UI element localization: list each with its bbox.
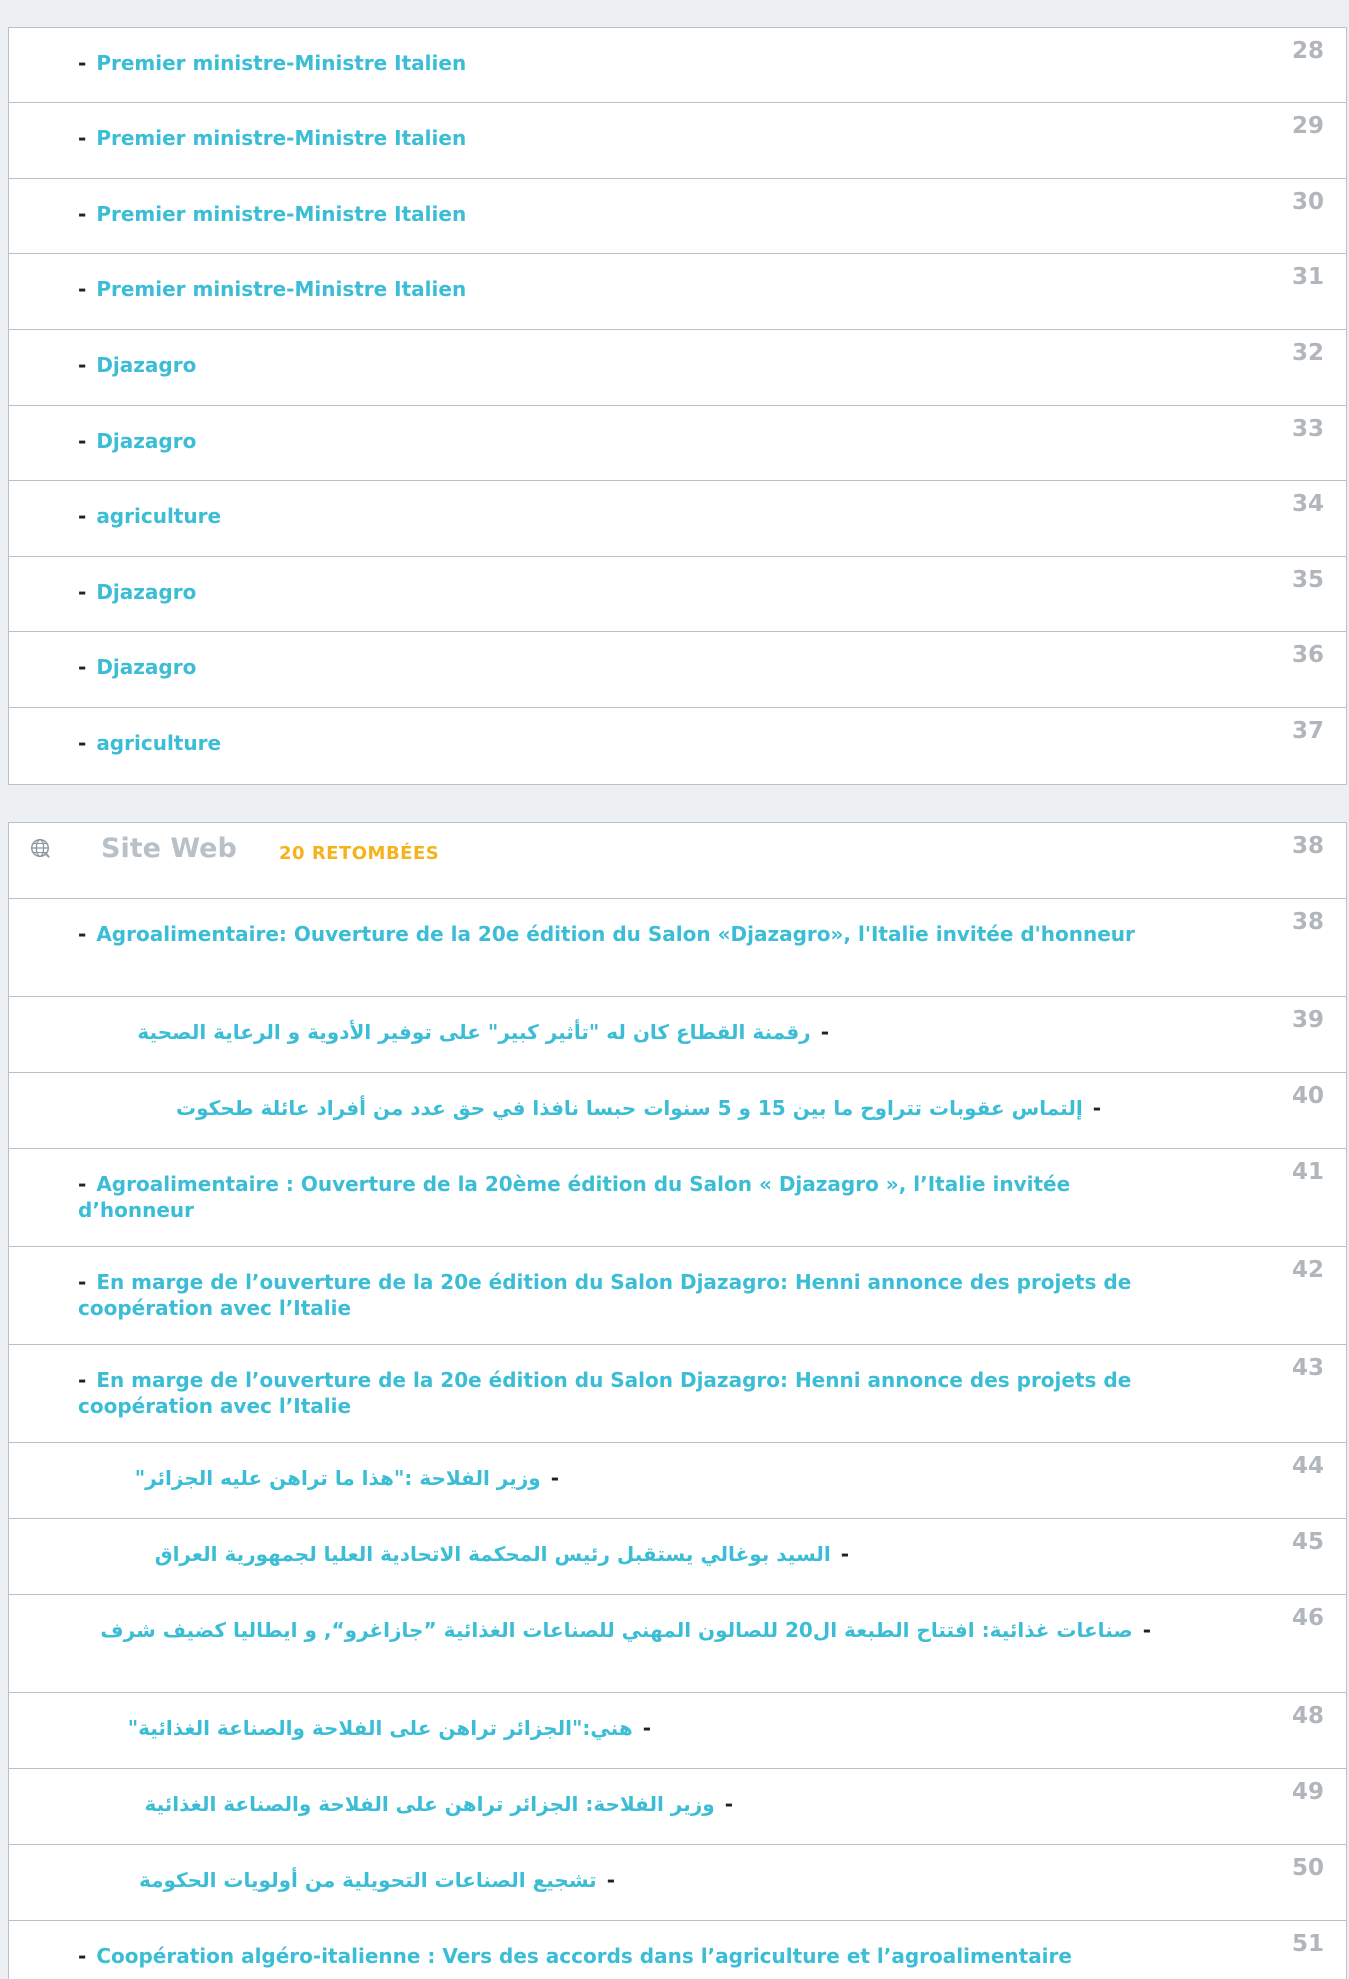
article-link[interactable]: -وزير الفلاحة :"هذا ما تراهن عليه الجزائ… <box>9 1465 559 1491</box>
item-number: 33 <box>1291 416 1324 442</box>
article-link[interactable]: -رقمنة القطاع كان له "تأثير كبير" على تو… <box>9 1019 829 1045</box>
press-review-page: - Premier ministre-Ministre Italien 28 -P… <box>0 0 1349 1979</box>
list-item: - Djazagro 36 <box>9 632 1346 708</box>
press-list-panel: - Premier ministre-Ministre Italien 28 -P… <box>8 27 1347 785</box>
item-number: 39 <box>1291 1007 1324 1033</box>
item-number: 28 <box>1291 38 1324 64</box>
article-link[interactable]: - agriculture <box>78 730 1153 756</box>
item-number: 37 <box>1291 718 1324 744</box>
list-item: - Premier ministre-Ministre Italien 31 <box>9 254 1346 330</box>
site-web-panel: Site Web 20 RETOMBÉES 38 - Agroalimentair… <box>8 822 1347 1979</box>
item-number: 40 <box>1291 1083 1324 1109</box>
list-item: -إلتماس عقوبات تتراوح ما بين 15 و 5 سنوا… <box>9 1073 1346 1149</box>
item-number: 51 <box>1291 1931 1324 1957</box>
list-item: - En marge de l’ouverture de la 20e éditi… <box>9 1247 1346 1345</box>
list-item: - Djazagro 32 <box>9 330 1346 406</box>
globe-icon <box>31 839 50 858</box>
article-link[interactable]: -وزير الفلاحة: الجزائر تراهن على الفلاحة… <box>9 1791 733 1817</box>
list-item: - Premier ministre-Ministre Italien 28 <box>9 28 1346 103</box>
article-link[interactable]: - Djazagro <box>78 579 1153 605</box>
article-link[interactable]: - Djazagro <box>78 352 1153 378</box>
item-number: 43 <box>1291 1355 1324 1381</box>
list-item: - agriculture 37 <box>9 708 1346 784</box>
section-header: Site Web 20 RETOMBÉES 38 <box>9 823 1346 899</box>
item-number: 46 <box>1291 1605 1324 1631</box>
article-link[interactable]: -صناعات غذائية: افتتاح الطبعة ال20 للصال… <box>69 1617 1151 1643</box>
list-item: - agriculture 34 <box>9 481 1346 557</box>
list-item: - Agroalimentaire: Ouverture de la 20e éd… <box>9 899 1346 997</box>
article-link[interactable]: -إلتماس عقوبات تتراوح ما بين 15 و 5 سنوا… <box>9 1095 1101 1121</box>
item-number: 35 <box>1291 567 1324 593</box>
list-item: -وزير الفلاحة: الجزائر تراهن على الفلاحة… <box>9 1769 1346 1845</box>
list-item: - Djazagro 33 <box>9 406 1346 481</box>
item-number: 42 <box>1291 1257 1324 1283</box>
list-item: -وزير الفلاحة :"هذا ما تراهن عليه الجزائ… <box>9 1443 1346 1519</box>
item-number: 29 <box>1291 113 1324 139</box>
item-number: 32 <box>1291 340 1324 366</box>
list-item: - Agroalimentaire : Ouverture de la 20ème… <box>9 1149 1346 1247</box>
item-number: 34 <box>1291 491 1324 517</box>
list-item: -هني:"الجزائر تراهن على الفلاحة والصناعة… <box>9 1693 1346 1769</box>
item-number: 38 <box>1291 909 1324 935</box>
article-link[interactable]: - En marge de l’ouverture de la 20e éditi… <box>78 1269 1153 1321</box>
article-link[interactable]: -السيد بوغالي يستقبل رئيس المحكمة الاتحا… <box>9 1541 849 1567</box>
article-link[interactable]: - Premier ministre-Ministre Italien <box>78 201 1153 227</box>
list-item: -رقمنة القطاع كان له "تأثير كبير" على تو… <box>9 997 1346 1073</box>
article-link[interactable]: -تشجيع الصناعات التحويلية من أولويات الح… <box>9 1867 615 1893</box>
item-number: 31 <box>1291 264 1324 290</box>
article-link[interactable]: - Agroalimentaire : Ouverture de la 20ème… <box>78 1171 1153 1223</box>
section-title: Site Web <box>101 833 237 864</box>
article-link[interactable]: - Premier ministre-Ministre Italien <box>78 276 1153 302</box>
article-link[interactable]: - Premier ministre-Ministre Italien <box>78 125 1153 151</box>
article-link[interactable]: -هني:"الجزائر تراهن على الفلاحة والصناعة… <box>9 1715 651 1741</box>
article-link[interactable]: - En marge de l’ouverture de la 20e éditi… <box>78 1367 1153 1419</box>
item-number: 45 <box>1291 1529 1324 1555</box>
item-number: 44 <box>1291 1453 1324 1479</box>
article-link[interactable]: - Coopération algéro-italienne : Vers des… <box>78 1943 1153 1969</box>
item-number: 36 <box>1291 642 1324 668</box>
item-number: 48 <box>1291 1703 1324 1729</box>
article-link[interactable]: - Djazagro <box>78 654 1153 680</box>
article-link[interactable]: - Agroalimentaire: Ouverture de la 20e éd… <box>78 921 1153 947</box>
article-link[interactable]: - Premier ministre-Ministre Italien <box>78 50 1153 76</box>
item-number: 41 <box>1291 1159 1324 1185</box>
section-number: 38 <box>1291 833 1324 859</box>
article-link[interactable]: - Djazagro <box>78 428 1153 454</box>
mentions-count-badge: 20 RETOMBÉES <box>279 843 440 864</box>
list-item: - Premier ministre-Ministre Italien 30 <box>9 179 1346 254</box>
item-number: 50 <box>1291 1855 1324 1881</box>
list-item: - Premier ministre-Ministre Italien 29 <box>9 103 1346 179</box>
list-item: -تشجيع الصناعات التحويلية من أولويات الح… <box>9 1845 1346 1921</box>
list-item: - Coopération algéro-italienne : Vers des… <box>9 1921 1346 1979</box>
item-number: 30 <box>1291 189 1324 215</box>
item-number: 49 <box>1291 1779 1324 1805</box>
list-item: -السيد بوغالي يستقبل رئيس المحكمة الاتحا… <box>9 1519 1346 1595</box>
article-link[interactable]: - agriculture <box>78 503 1153 529</box>
list-item: - Djazagro 35 <box>9 557 1346 632</box>
list-item: -صناعات غذائية: افتتاح الطبعة ال20 للصال… <box>9 1595 1346 1693</box>
list-item: - En marge de l’ouverture de la 20e éditi… <box>9 1345 1346 1443</box>
